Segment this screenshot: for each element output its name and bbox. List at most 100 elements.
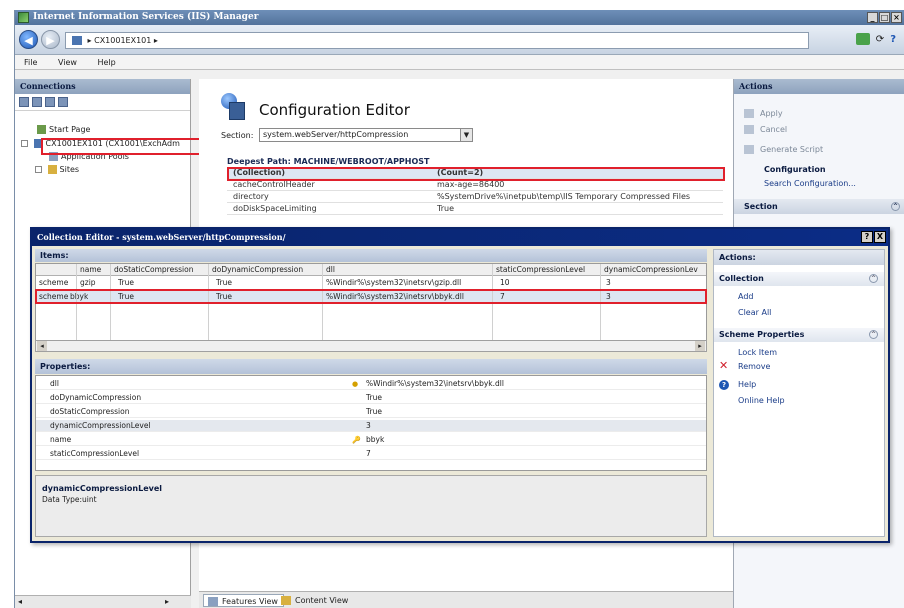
collapse-icon[interactable]: ^ — [869, 274, 878, 283]
items-header: Items: — [35, 249, 707, 262]
expand-icon[interactable] — [21, 140, 28, 147]
help-link[interactable]: Help — [738, 380, 756, 389]
actions-header: Actions — [734, 79, 904, 94]
column-header[interactable]: dll — [326, 264, 335, 276]
tree-start-page[interactable]: Start Page — [37, 125, 90, 134]
key-icon: 🔑 — [352, 436, 361, 444]
toolbar-icons: ⟳ ? — [855, 33, 896, 45]
column-divider — [600, 264, 601, 350]
menu-help[interactable]: Help — [88, 55, 124, 70]
properties-grid: dll ● %Windir%\system32\inetsrv\bbyk.dll… — [35, 375, 707, 471]
collection-editor-dialog: Collection Editor - system.webServer/htt… — [30, 227, 890, 543]
items-grid: name doStaticCompression doDynamicCompre… — [35, 263, 707, 350]
generate-script-action[interactable]: Generate Script — [744, 145, 823, 154]
online-help-link[interactable]: Online Help — [738, 396, 785, 405]
properties-header: Properties: — [35, 359, 707, 374]
remove-icon: ✕ — [719, 359, 729, 372]
delete-connection-icon[interactable] — [58, 97, 68, 107]
connections-hscroll[interactable]: ◂ ▸ — [15, 595, 191, 608]
column-divider — [110, 264, 111, 350]
connect-icon[interactable] — [855, 33, 870, 45]
table-row[interactable]: scheme bbyk True True %Windir%\system32\… — [36, 291, 706, 303]
address-arrow-trailing: ▸ — [153, 36, 158, 45]
section-label: Section: — [221, 131, 254, 140]
scroll-right-arrow[interactable]: ▸ — [695, 341, 705, 351]
maximize-button[interactable]: □ — [879, 12, 890, 23]
start-page-icon — [37, 125, 46, 134]
apply-action[interactable]: Apply — [744, 109, 783, 118]
sites-folder-icon — [47, 165, 57, 174]
new-connection-icon[interactable] — [19, 97, 29, 107]
collapse-icon[interactable]: ^ — [891, 202, 900, 211]
add-link[interactable]: Add — [738, 292, 754, 301]
view-tabs: Features View Content View — [199, 591, 733, 608]
cancel-icon — [744, 125, 754, 134]
menu-view[interactable]: View — [49, 55, 86, 70]
help-icon: ? — [719, 380, 729, 390]
server-icon — [72, 36, 82, 45]
page-title: Configuration Editor — [259, 101, 410, 119]
property-description: dynamicCompressionLevel Data Type:uint — [35, 475, 707, 537]
close-button[interactable]: × — [891, 12, 902, 23]
property-row[interactable]: dynamicCompressionLevel 3 — [36, 420, 706, 432]
property-row[interactable]: staticCompressionLevel 7 — [36, 448, 706, 460]
section-heading: Section ^ — [734, 199, 904, 214]
dialog-close-button[interactable]: X — [874, 231, 886, 243]
features-view-icon — [208, 597, 218, 606]
help-icon[interactable]: ? — [890, 34, 896, 45]
column-header[interactable]: staticCompressionLevel — [496, 264, 585, 276]
cancel-action[interactable]: Cancel — [744, 125, 787, 134]
property-row[interactable]: doDynamicCompression True — [36, 392, 706, 404]
table-row[interactable]: scheme gzip True True %Windir%\system32\… — [36, 277, 706, 289]
connections-toolbar — [15, 94, 190, 111]
column-header[interactable]: dynamicCompressionLev — [604, 264, 704, 276]
property-row[interactable]: dll ● %Windir%\system32\inetsrv\bbyk.dll — [36, 378, 706, 390]
address-field[interactable]: ▸ CX1001EX101 ▸ — [65, 32, 809, 49]
expand-icon[interactable] — [35, 166, 42, 173]
address-bar: ◀ ▶ ▸ CX1001EX101 ▸ ⟳ ? — [15, 25, 904, 55]
tab-features-view[interactable]: Features View — [203, 594, 284, 607]
dialog-help-button[interactable]: ? — [861, 231, 873, 243]
items-hscroll[interactable]: ◂ ▸ — [35, 340, 707, 352]
config-row[interactable]: directory %SystemDrive%\inetpub\temp\IIS… — [227, 191, 723, 203]
search-configuration-link[interactable]: Search Configuration... — [764, 179, 856, 188]
address-path: CX1001EX101 — [94, 36, 152, 45]
column-header[interactable]: doDynamicCompression — [212, 264, 303, 276]
window-controls: _ □ × — [867, 12, 902, 23]
column-divider — [322, 264, 323, 350]
minimize-button[interactable]: _ — [867, 12, 878, 23]
config-row[interactable]: (Collection) (Count=2) — [227, 167, 723, 179]
clear-all-link[interactable]: Clear All — [738, 308, 771, 317]
up-icon[interactable] — [45, 97, 55, 107]
scroll-right-arrow[interactable]: ▸ — [165, 597, 169, 606]
scheme-properties-section: Scheme Properties ^ — [714, 328, 884, 342]
chevron-down-icon[interactable]: ▼ — [460, 128, 473, 142]
config-row[interactable]: cacheControlHeader max-age=86400 — [227, 179, 723, 191]
save-icon[interactable] — [32, 97, 42, 107]
property-row[interactable]: doStaticCompression True — [36, 406, 706, 418]
menu-file[interactable]: File — [15, 55, 46, 70]
config-editor-icon — [221, 93, 247, 121]
column-header[interactable]: name — [80, 264, 101, 276]
config-row[interactable]: doDiskSpaceLimiting True — [227, 203, 723, 215]
lock-item-link[interactable]: Lock Item — [738, 348, 777, 357]
section-dropdown[interactable]: system.webServer/httpCompression ▼ — [259, 128, 473, 142]
address-arrow: ▸ — [87, 36, 92, 45]
forward-button[interactable]: ▶ — [41, 30, 60, 49]
tree-sites[interactable]: Sites — [35, 165, 79, 174]
column-header[interactable]: doStaticCompression — [114, 264, 193, 276]
configuration-heading: Configuration — [764, 165, 826, 174]
tab-content-view[interactable]: Content View — [277, 594, 353, 607]
property-row[interactable]: name 🔑 bbyk — [36, 434, 706, 446]
scroll-left-arrow[interactable]: ◂ — [18, 597, 22, 606]
remove-link[interactable]: Remove — [738, 362, 770, 371]
refresh-icon[interactable]: ⟳ — [876, 34, 884, 45]
server-node-highlight — [41, 138, 207, 155]
collapse-icon[interactable]: ^ — [869, 330, 878, 339]
window-title: Internet Information Services (IIS) Mana… — [33, 12, 259, 22]
back-button[interactable]: ◀ — [19, 30, 38, 49]
dialog-actions-pane: Actions: Collection ^ Add Clear All Sche… — [713, 249, 885, 537]
items-column-headers: name doStaticCompression doDynamicCompre… — [36, 264, 706, 276]
apply-icon — [744, 109, 754, 118]
scroll-left-arrow[interactable]: ◂ — [37, 341, 47, 351]
